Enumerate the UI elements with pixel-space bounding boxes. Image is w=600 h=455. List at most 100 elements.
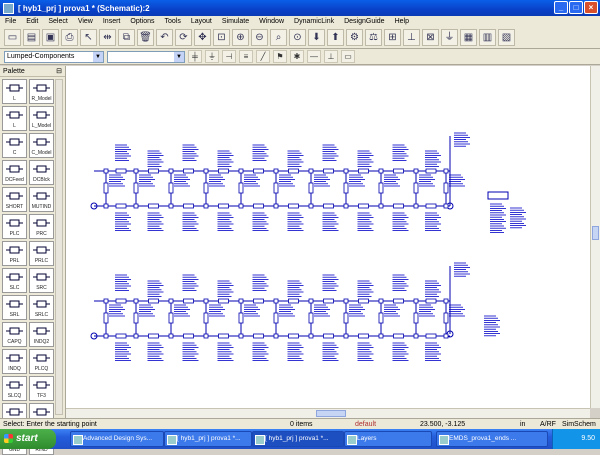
palette-item[interactable]: SRC [29,268,54,293]
palette-item[interactable]: PLCQ [29,349,54,374]
align-tool-icon[interactable]: ⊥ [324,50,338,63]
task-item[interactable]: Advanced Design Sys... [70,431,164,447]
palette-item[interactable]: C_Model [29,133,54,158]
palette-item[interactable]: L_Model [29,106,54,131]
menu-window[interactable]: Window [254,18,289,25]
start-button[interactable]: start [0,429,56,449]
port-tool-icon[interactable]: ⊣ [222,50,236,63]
palette-scrollbar[interactable] [55,79,63,415]
chevron-down-icon[interactable]: ▼ [174,51,184,62]
palette-item[interactable]: PRLC [29,241,54,266]
palette-dock-icon[interactable]: ⊟ [56,67,62,75]
maximize-button[interactable]: □ [569,1,583,14]
move-icon[interactable]: ⇹ [99,29,116,46]
schematic-canvas[interactable] [66,66,590,408]
palette-item[interactable]: PRL [2,241,27,266]
undo-icon[interactable]: ↶ [156,29,173,46]
palette-item[interactable]: INDQ [2,349,27,374]
chevron-down-icon[interactable]: ▼ [93,51,103,62]
mom-icon[interactable]: ▧ [498,29,515,46]
vertical-scrollbar[interactable] [590,66,600,408]
name-tool-icon[interactable]: ✱ [290,50,304,63]
palette-item-label: PLC [9,231,20,237]
palette-item[interactable]: CAPQ [2,322,27,347]
save-icon[interactable]: ▣ [42,29,59,46]
palette-item[interactable]: INDQ2 [29,322,54,347]
palette-item[interactable]: R_Model [29,79,54,104]
palette-item[interactable]: SLCQ [2,376,27,401]
palette-item[interactable]: DCFeed [2,160,27,185]
menu-edit[interactable]: Edit [21,18,43,25]
minimize-button[interactable]: _ [554,1,568,14]
palette-item[interactable]: MUTIND [29,187,54,212]
palette-item[interactable]: SRLC [29,295,54,320]
capacitor-icon [6,137,23,147]
task-item[interactable]: [ hyb1_prj ] prova1 *... [252,431,344,447]
delete-icon[interactable]: 🗑 [137,29,154,46]
menu-insert[interactable]: Insert [98,18,126,25]
palette-item[interactable]: SRL [2,295,27,320]
palette-item[interactable]: TF3 [29,376,54,401]
close-button[interactable]: × [584,1,598,14]
zoom-in-icon[interactable]: ⊕ [232,29,249,46]
wire-tool-icon[interactable]: ╱ [256,50,270,63]
menu-layout[interactable]: Layout [186,18,217,25]
component-symbol [378,168,384,174]
capacitor-tool-icon[interactable]: ╪ [188,50,202,63]
vertical-scroll-thumb[interactable] [592,226,599,240]
menu-help[interactable]: Help [390,18,414,25]
palette-item[interactable]: DCBlck [29,160,54,185]
insert-port-icon[interactable]: ⊠ [422,29,439,46]
menu-dynamiclink[interactable]: DynamicLink [289,18,339,25]
copy-icon[interactable]: ⧉ [118,29,135,46]
library-select[interactable]: Lumped-Components ▼ [4,50,104,63]
rotate-icon[interactable]: ⟳ [175,29,192,46]
menu-file[interactable]: File [0,18,21,25]
palette-item[interactable]: C [2,133,27,158]
new-icon[interactable]: ▭ [4,29,21,46]
task-item[interactable]: [ hyb1_prj ] prova1 *... [164,431,252,447]
push-down-icon[interactable]: ⬇ [308,29,325,46]
zoom-out-icon[interactable]: ⊖ [251,29,268,46]
menu-options[interactable]: Options [125,18,159,25]
open-folder-icon[interactable]: ▤ [23,29,40,46]
tune-icon[interactable]: ⚖ [365,29,382,46]
menu-designguide[interactable]: DesignGuide [339,18,389,25]
task-item[interactable]: EMDS_prova1_ends ... [436,431,548,447]
palette-item[interactable]: L [2,106,27,131]
graph-tool-icon[interactable]: ▭ [341,50,355,63]
pop-up-icon[interactable]: ⬆ [327,29,344,46]
node-tool-icon[interactable]: ⚑ [273,50,287,63]
pan-icon[interactable]: ✥ [194,29,211,46]
insert-ground-icon[interactable]: ⏚ [441,29,458,46]
layout-icon[interactable]: ▦ [460,29,477,46]
component-symbol [148,298,159,304]
component-select[interactable]: ▼ [107,50,185,63]
palette-item[interactable]: SHORT [2,187,27,212]
menu-select[interactable]: Select [43,18,72,25]
palette-item[interactable]: PLC [2,214,27,239]
zoom-area-icon[interactable]: ⌕ [270,29,287,46]
insert-wire-icon[interactable]: ⊥ [403,29,420,46]
line-tool-icon[interactable]: — [307,50,321,63]
data-display-icon[interactable]: ▥ [479,29,496,46]
ground-tool-icon[interactable]: ⏚ [205,50,219,63]
var-tool-icon[interactable]: ≡ [239,50,253,63]
component-symbol [253,203,264,209]
component-symbol [238,182,244,194]
optimize-icon[interactable]: ⊞ [384,29,401,46]
zoom-fit-icon[interactable]: ⊡ [213,29,230,46]
print-icon[interactable]: ⎙ [61,29,78,46]
menu-tools[interactable]: Tools [160,18,186,25]
select-arrow-icon[interactable]: ↖ [80,29,97,46]
menu-simulate[interactable]: Simulate [217,18,254,25]
zoom-point-icon[interactable]: ⊙ [289,29,306,46]
horizontal-scrollbar[interactable] [66,408,590,418]
palette-item[interactable]: PRC [29,214,54,239]
palette-item[interactable]: L [2,79,27,104]
task-item[interactable]: Layers [344,431,432,447]
simulate-icon[interactable]: ⚙ [346,29,363,46]
menu-view[interactable]: View [73,18,98,25]
horizontal-scroll-thumb[interactable] [316,410,346,417]
palette-item[interactable]: SLC [2,268,27,293]
